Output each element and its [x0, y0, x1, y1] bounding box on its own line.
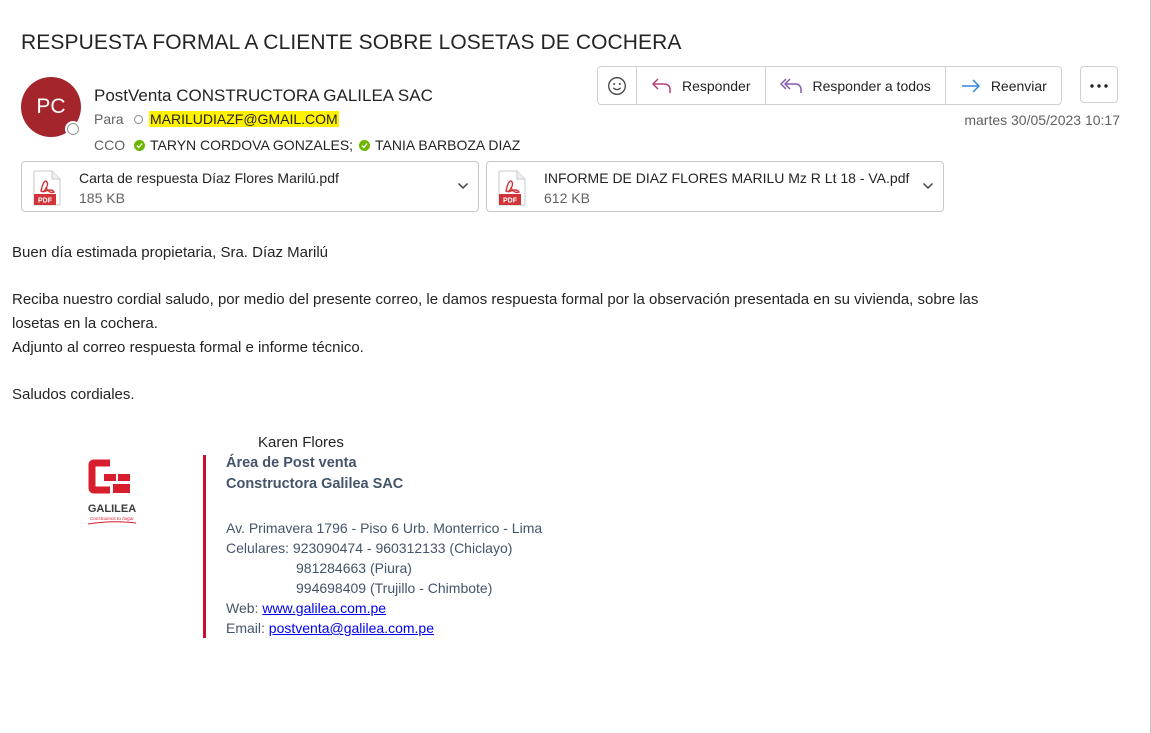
cco-recipients: TARYN CORDOVA GONZALES; TANIA BARBOZA DI…: [134, 137, 520, 153]
web-label: Web:: [226, 600, 259, 616]
signature-company: Constructora Galilea SAC: [226, 476, 404, 492]
recipient-cco[interactable]: TARYN CORDOVA GONZALES;: [150, 137, 353, 153]
attachment-name: Carta de respuesta Díaz Flores Marilú.pd…: [79, 170, 339, 186]
recipient-cco[interactable]: TANIA BARBOZA DIAZ: [375, 137, 520, 153]
signature-department: Área de Post venta: [226, 455, 357, 471]
attachment-card[interactable]: PDF INFORME DE DIAZ FLORES MARILU Mz R L…: [486, 161, 944, 212]
signature-name: Karen Flores: [258, 434, 344, 451]
web-link[interactable]: www.galilea.com.pe: [262, 600, 386, 616]
signature-web: Web: www.galilea.com.pe: [226, 600, 386, 616]
avatar-initials: PC: [36, 95, 66, 118]
logo-text: GALILEA: [88, 503, 136, 515]
attachment-name: INFORME DE DIAZ FLORES MARILU Mz R Lt 18…: [544, 170, 910, 186]
attachment-size: 185 KB: [79, 190, 125, 206]
pdf-icon: PDF: [497, 170, 527, 211]
presence-status-icon: [65, 121, 81, 137]
logo-tagline: Construimos tu hogar: [90, 516, 134, 521]
pdf-icon: PDF: [32, 170, 62, 211]
reply-all-button[interactable]: Responder a todos: [764, 67, 945, 104]
sender-name[interactable]: PostVenta CONSTRUCTORA GALILEA SAC: [94, 86, 433, 106]
attachment-size: 612 KB: [544, 190, 590, 206]
to-recipients: MARILUDIAZF@GMAIL.COM: [134, 111, 339, 127]
body-paragraph-line: Reciba nuestro cordial saludo, por medio…: [12, 291, 979, 308]
body-paragraph: Adjunto al correo respuesta formal e inf…: [12, 339, 364, 356]
phone-number: 994698409 (Trujillo - Chimbote): [296, 580, 493, 596]
cco-label: CCO: [94, 137, 126, 153]
more-actions-button[interactable]: [1080, 66, 1118, 103]
phone-number: 923090474 - 960312133 (Chiclayo): [292, 540, 513, 556]
emoji-reaction-button[interactable]: [598, 67, 636, 104]
recipient-to[interactable]: MARILUDIAZF@GMAIL.COM: [149, 111, 339, 127]
galilea-logo: GALILEA Construimos tu hogar: [80, 458, 144, 534]
attachment-card[interactable]: PDF Carta de respuesta Díaz Flores Maril…: [21, 161, 479, 212]
email-link[interactable]: postventa@galilea.com.pe: [269, 620, 434, 636]
reply-button[interactable]: Responder: [636, 67, 765, 104]
signature-address: Av. Primavera 1796 - Piso 6 Urb. Monterr…: [226, 520, 543, 536]
reply-all-icon: [779, 77, 804, 95]
reply-all-label: Responder a todos: [812, 77, 931, 94]
to-label: Para: [94, 111, 124, 127]
message-actions-toolbar: Responder Responder a todos Reenviar: [597, 66, 1062, 105]
forward-icon: [960, 77, 982, 95]
presence-available-icon: [359, 139, 371, 151]
presence-available-icon: [134, 139, 145, 151]
reply-icon: [651, 77, 673, 95]
chevron-down-icon[interactable]: [456, 179, 470, 198]
svg-text:PDF: PDF: [38, 198, 53, 205]
body-paragraph-line: losetas en la cochera.: [12, 315, 158, 332]
smiley-icon: [607, 76, 627, 96]
signature-email: Email: postventa@galilea.com.pe: [226, 620, 434, 636]
phones-label: Celulares:: [226, 540, 290, 556]
more-icon: [1089, 76, 1109, 94]
reply-label: Responder: [682, 77, 751, 94]
body-closing: Saludos cordiales.: [12, 386, 135, 403]
forward-label: Reenviar: [990, 77, 1047, 94]
signature-divider: [203, 455, 206, 638]
body-greeting: Buen día estimada propietaria, Sra. Díaz…: [12, 244, 328, 261]
signature-phones: Celulares: 923090474 - 960312133 (Chicla…: [226, 540, 512, 556]
email-label: Email:: [226, 620, 265, 636]
svg-text:PDF: PDF: [503, 198, 518, 205]
received-datetime: martes 30/05/2023 10:17: [964, 112, 1120, 128]
phone-number: 981284663 (Piura): [296, 560, 412, 576]
presence-unknown-icon: [134, 114, 143, 124]
forward-button[interactable]: Reenviar: [944, 67, 1061, 104]
chevron-down-icon[interactable]: [921, 179, 935, 198]
email-subject: RESPUESTA FORMAL A CLIENTE SOBRE LOSETAS…: [21, 31, 682, 54]
